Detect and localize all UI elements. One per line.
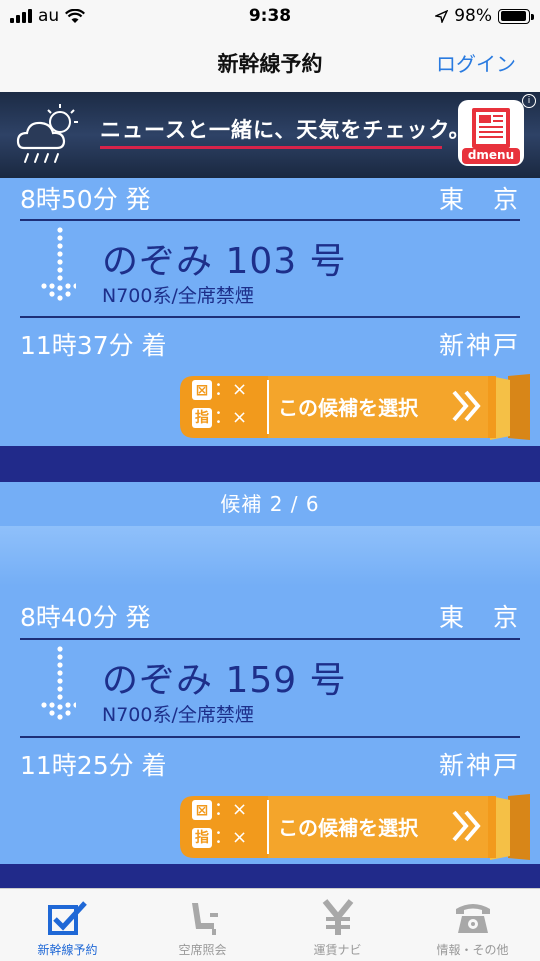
route-dots-arrow-icon bbox=[41, 227, 76, 301]
train-card-1: 8時50分 発 東 京 のぞみ 103 号 N700系/全席禁煙 11時37分 … bbox=[0, 178, 540, 446]
divider bbox=[20, 316, 520, 318]
tab-fare-navi[interactable]: 運賃ナビ bbox=[270, 889, 405, 961]
navigation-bar: 新幹線予約 ログイン bbox=[0, 34, 540, 93]
checkbox-icon bbox=[48, 901, 87, 935]
divider bbox=[20, 219, 520, 221]
departure-station: 東 京 bbox=[438, 185, 520, 214]
battery-percent: 98% bbox=[454, 6, 492, 26]
train-type: N700系/全席禁煙 bbox=[102, 704, 254, 726]
select-label: この候補を選択 bbox=[278, 816, 418, 840]
arrival-station: 新神戸 bbox=[438, 751, 520, 780]
yen-icon bbox=[322, 899, 354, 935]
weather-cloud-icon bbox=[16, 104, 78, 163]
select-label: この候補を選択 bbox=[278, 396, 418, 420]
battery-icon bbox=[498, 8, 534, 24]
divider bbox=[20, 638, 520, 640]
divider bbox=[20, 736, 520, 738]
route-dots-arrow-icon bbox=[41, 646, 76, 720]
ad-info-icon[interactable]: i bbox=[522, 94, 536, 108]
tab-shinkansen-reservation[interactable]: 新幹線予約 bbox=[0, 889, 135, 961]
train-name: のぞみ 159 号 bbox=[102, 660, 347, 701]
arrival-time: 11時37分 着 bbox=[20, 331, 167, 360]
tab-seat-inquiry[interactable]: 空席照会 bbox=[135, 889, 270, 961]
select-candidate-button[interactable]: ⊠ ：× 指 ：× この候補を選択 bbox=[178, 374, 530, 440]
ad-headline: ニュースと一緒に、天気をチェック。 bbox=[100, 118, 471, 142]
ad-banner[interactable]: ニュースと一緒に、天気をチェック。 dmenu i bbox=[0, 92, 540, 178]
seat-availability: ：× bbox=[214, 379, 248, 400]
telephone-icon bbox=[456, 904, 490, 933]
reserved-availability: ：× bbox=[214, 827, 248, 848]
seat-availability: ：× bbox=[214, 799, 248, 820]
dmenu-logo: dmenu bbox=[458, 100, 524, 166]
location-arrow-icon bbox=[435, 9, 449, 23]
candidate-indicator: 候補 2 / 6 bbox=[0, 482, 540, 526]
reserved-availability: ：× bbox=[214, 407, 248, 428]
login-button[interactable]: ログイン bbox=[436, 48, 516, 77]
status-right: 98% bbox=[435, 6, 534, 26]
card-gap bbox=[0, 526, 540, 586]
reserved-mark: 指 bbox=[195, 830, 209, 846]
tab-info-other[interactable]: 情報・その他 bbox=[405, 889, 540, 961]
seat-type-mark: ⊠ bbox=[195, 381, 209, 399]
departure-station: 東 京 bbox=[438, 603, 520, 632]
page-separator bbox=[0, 446, 540, 482]
arrival-time: 11時25分 着 bbox=[20, 751, 167, 780]
train-card-2: 8時40分 発 東 京 のぞみ 159 号 N700系/全席禁煙 11時25分 … bbox=[0, 586, 540, 864]
tab-bar: 新幹線予約 空席照会 運賃ナビ 情報・その他 bbox=[0, 888, 540, 961]
ad-underline bbox=[100, 146, 442, 149]
train-name: のぞみ 103 号 bbox=[102, 241, 347, 282]
departure-time: 8時50分 発 bbox=[20, 185, 151, 214]
reserved-mark: 指 bbox=[195, 410, 209, 426]
tab-label: 情報・その他 bbox=[436, 943, 509, 957]
dmenu-label: dmenu bbox=[467, 148, 515, 162]
seat-icon bbox=[192, 903, 218, 935]
seat-type-mark: ⊠ bbox=[195, 801, 209, 819]
tab-label: 運賃ナビ bbox=[313, 943, 362, 957]
arrival-station: 新神戸 bbox=[438, 331, 520, 360]
select-candidate-button[interactable]: ⊠ ：× 指 ：× この候補を選択 bbox=[178, 794, 530, 860]
page-separator bbox=[0, 864, 540, 888]
train-type: N700系/全席禁煙 bbox=[102, 285, 254, 307]
tab-label: 空席照会 bbox=[178, 943, 227, 957]
status-bar: au 9:38 98% bbox=[0, 0, 540, 34]
tab-label: 新幹線予約 bbox=[37, 943, 98, 957]
departure-time: 8時40分 発 bbox=[20, 603, 151, 632]
